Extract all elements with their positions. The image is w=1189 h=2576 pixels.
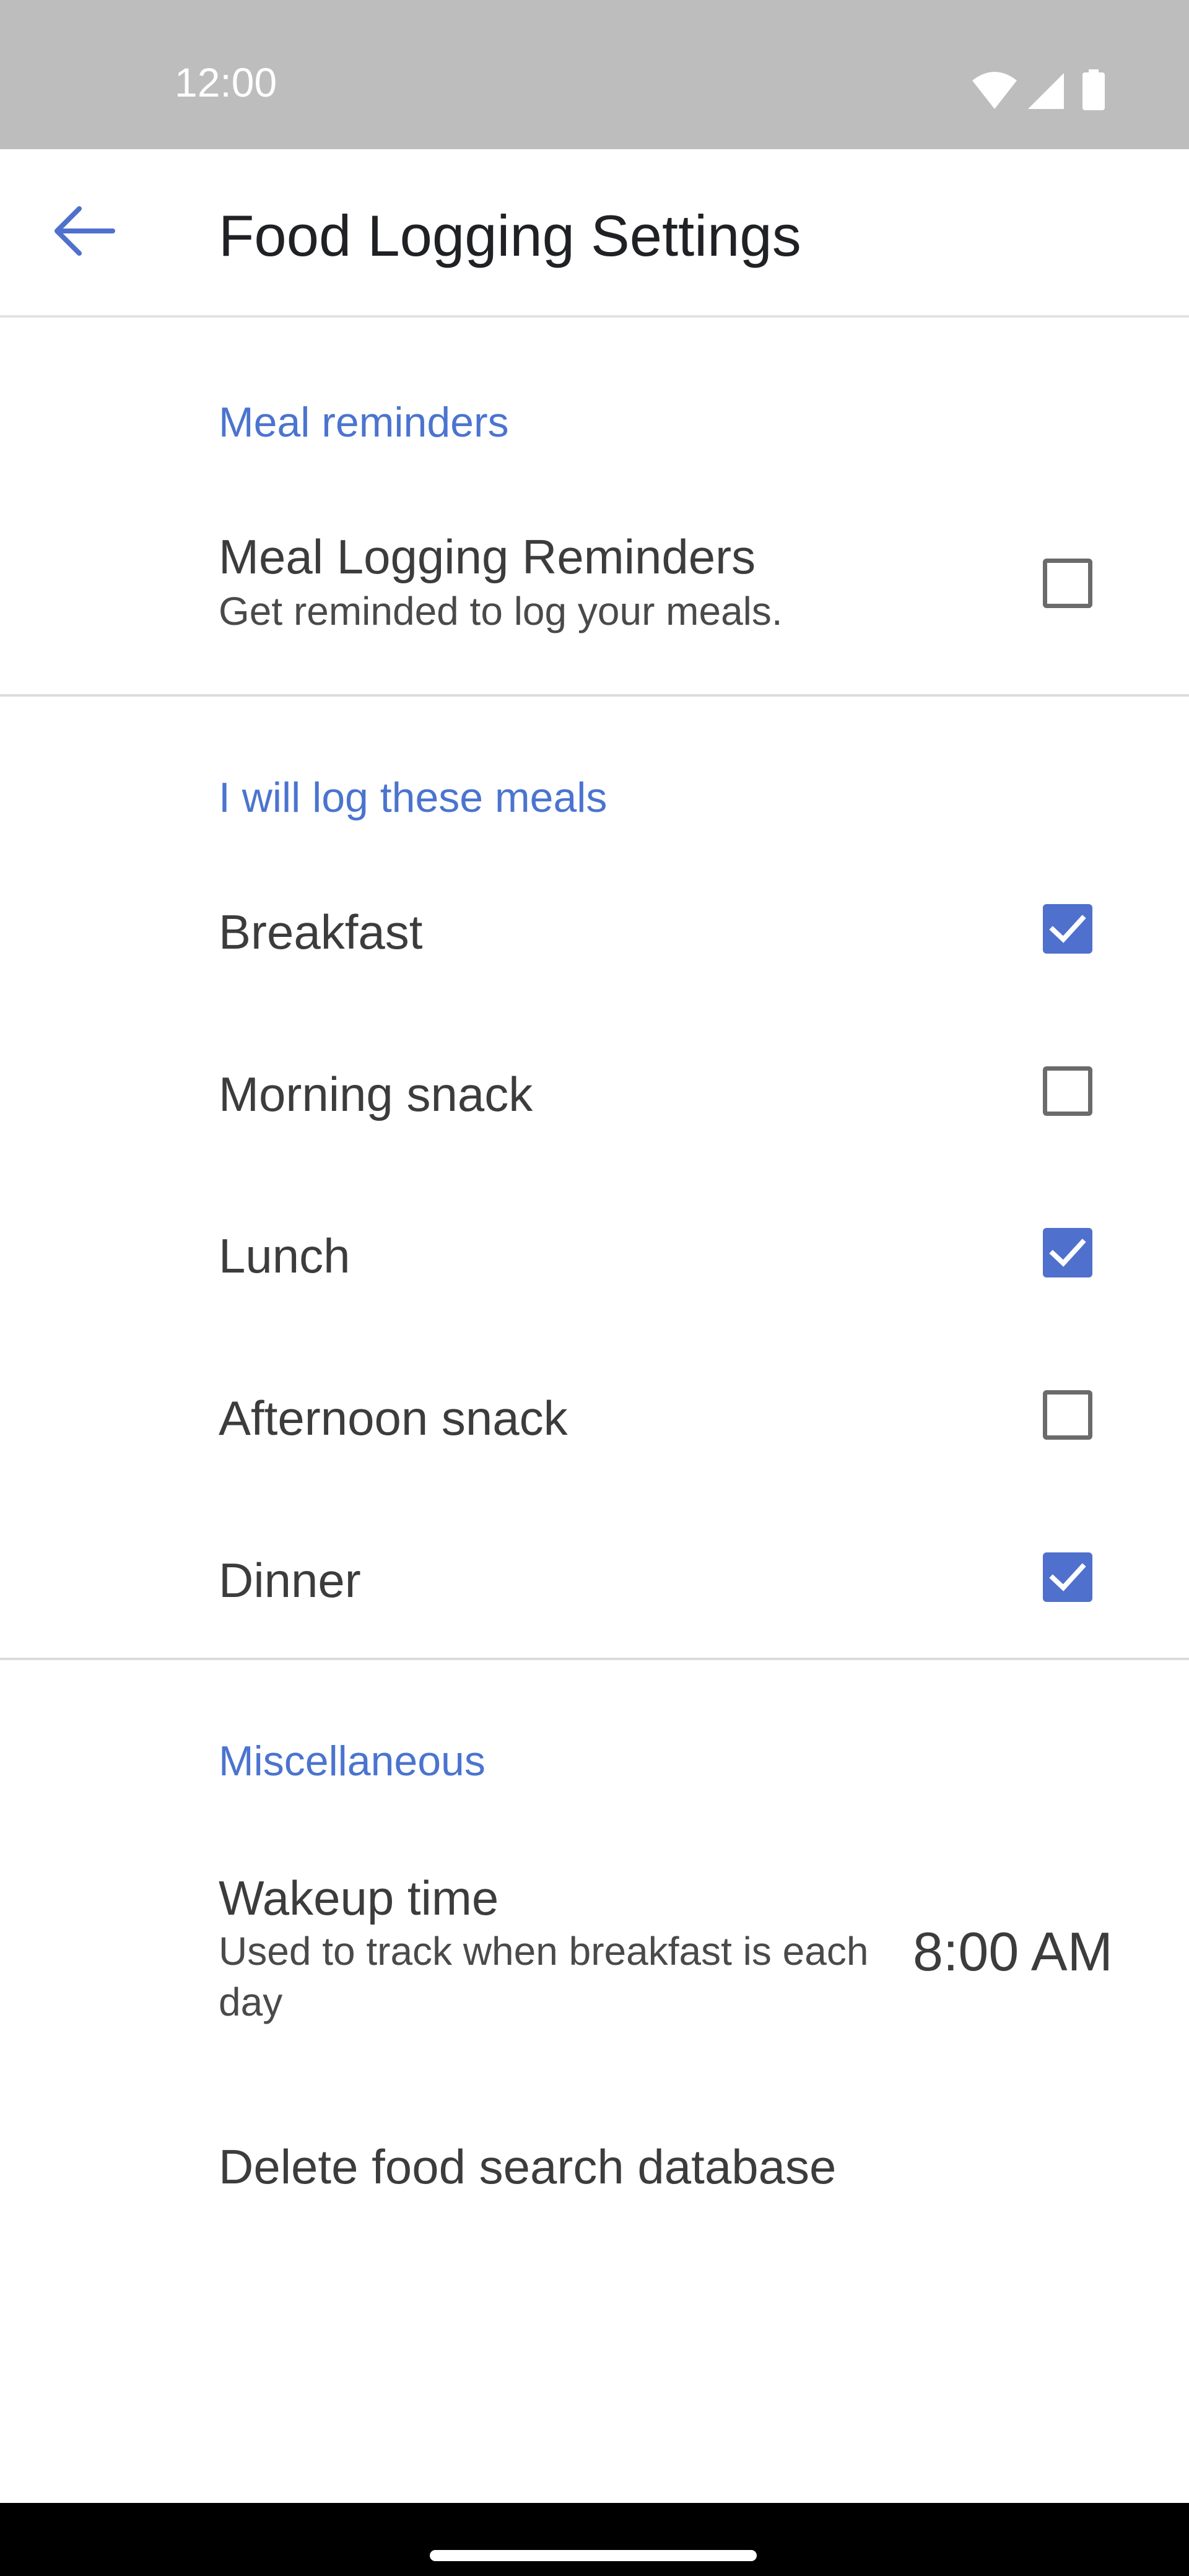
- meal-row-morning-snack[interactable]: Morning snack: [0, 1017, 1189, 1165]
- delete-food-database-title: Delete food search database: [219, 2139, 837, 2194]
- arrow-back-icon: [51, 204, 115, 261]
- checkmark-icon: [1049, 1563, 1086, 1591]
- section-header-miscellaneous: Miscellaneous: [219, 1738, 486, 1785]
- meal-logging-reminders-summary: Get reminded to log your meals.: [219, 589, 783, 633]
- meal-row-lunch[interactable]: Lunch: [0, 1178, 1189, 1327]
- status-icons: [971, 69, 1105, 113]
- afternoon-snack-checkbox[interactable]: [1043, 1390, 1092, 1440]
- wifi-icon: [971, 72, 1018, 113]
- app-bar: Food Logging Settings: [0, 149, 1189, 318]
- dinner-checkbox[interactable]: [1043, 1552, 1092, 1602]
- meal-label: Dinner: [219, 1553, 361, 1608]
- meal-logging-reminders-checkbox[interactable]: [1043, 559, 1092, 608]
- divider: [0, 694, 1189, 697]
- meal-row-dinner[interactable]: Dinner: [0, 1503, 1189, 1651]
- checkmark-icon: [1049, 915, 1086, 943]
- page-title: Food Logging Settings: [219, 203, 801, 268]
- section-header-meals: I will log these meals: [219, 774, 608, 821]
- back-button[interactable]: [40, 189, 126, 276]
- wakeup-time-title: Wakeup time: [219, 1871, 499, 1925]
- delete-food-database-row[interactable]: Delete food search database: [0, 2093, 1189, 2242]
- meal-label: Breakfast: [219, 905, 423, 959]
- meal-row-breakfast[interactable]: Breakfast: [0, 855, 1189, 1003]
- morning-snack-checkbox[interactable]: [1043, 1066, 1092, 1116]
- meal-row-afternoon-snack[interactable]: Afternoon snack: [0, 1341, 1189, 1489]
- home-gesture-handle[interactable]: [430, 2550, 757, 2561]
- lunch-checkbox[interactable]: [1043, 1228, 1092, 1277]
- wakeup-time-value[interactable]: 8:00 AM: [913, 1925, 1113, 1979]
- status-bar: 12:00: [0, 0, 1189, 149]
- divider: [0, 1658, 1189, 1660]
- navigation-bar: [0, 2503, 1189, 2576]
- battery-icon: [1082, 69, 1105, 113]
- wakeup-time-summary: Used to track when breakfast is each day: [219, 1929, 869, 2024]
- meal-label: Afternoon snack: [219, 1391, 568, 1445]
- breakfast-checkbox[interactable]: [1043, 904, 1092, 954]
- meal-label: Lunch: [219, 1229, 351, 1283]
- meal-logging-reminders-title: Meal Logging Reminders: [219, 529, 756, 584]
- meal-logging-reminders-row[interactable]: Meal Logging Reminders Get reminded to l…: [0, 502, 1189, 687]
- cellular-signal-icon: [1027, 72, 1065, 113]
- meal-label: Morning snack: [219, 1067, 533, 1121]
- status-time: 12:00: [175, 59, 277, 105]
- section-header-meal-reminders: Meal reminders: [219, 399, 509, 446]
- checkmark-icon: [1049, 1238, 1086, 1267]
